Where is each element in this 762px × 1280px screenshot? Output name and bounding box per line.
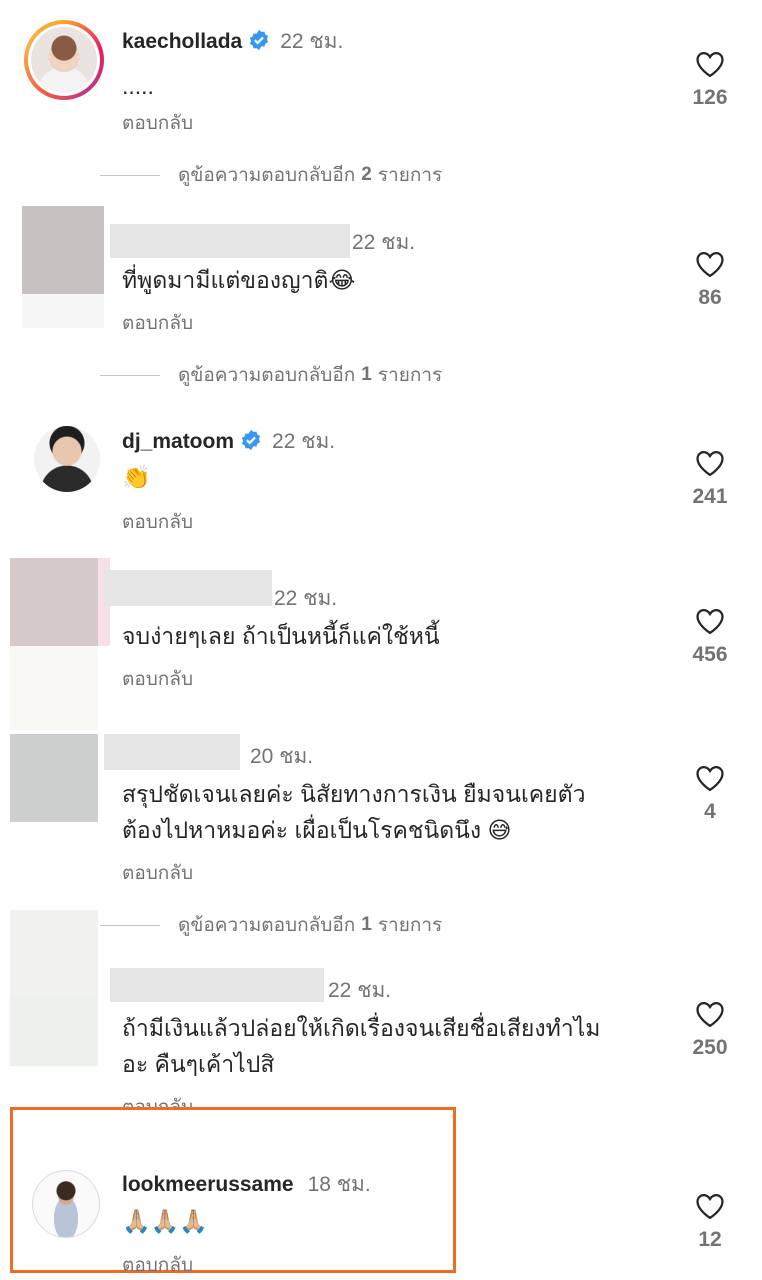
comment-text: ถ้ามีเงินแล้วปล่อยให้เกิดเรื่องจนเสียชื่…	[122, 1015, 601, 1077]
username-redacted[interactable]	[104, 570, 272, 606]
reply-button[interactable]: ตอบกลับ	[122, 1250, 193, 1280]
heart-icon[interactable]	[695, 1000, 725, 1028]
comment-text: สรุปชัดเจนเลยค่ะ นิสัยทางการเงิน ยืมจนเค…	[122, 781, 586, 843]
divider	[100, 174, 160, 176]
avatar-redacted[interactable]	[10, 998, 98, 1066]
avatar-redacted[interactable]	[10, 558, 98, 646]
comment-time: 22 ชม.	[280, 30, 344, 53]
username-redacted[interactable]	[110, 224, 350, 258]
like-button[interactable]: 456	[680, 607, 740, 667]
like-count: 86	[698, 286, 722, 309]
heart-icon[interactable]	[695, 50, 725, 78]
like-button[interactable]: 12	[680, 1192, 740, 1252]
like-button[interactable]: 86	[680, 250, 740, 310]
comment-header: lookmeerussame 18 ชม.	[122, 1168, 371, 1201]
like-count: 241	[692, 485, 728, 508]
username-redacted[interactable]	[104, 734, 240, 770]
like-count: 250	[692, 1036, 728, 1059]
redaction-block	[10, 910, 98, 998]
heart-icon[interactable]	[695, 764, 725, 792]
username-redacted[interactable]	[110, 968, 324, 1002]
comment-header: kaechollada 22 ชม.	[122, 25, 343, 58]
divider	[100, 924, 160, 926]
reply-button[interactable]: ตอบกลับ	[122, 507, 193, 537]
reply-button[interactable]: ตอบกลับ	[122, 108, 193, 138]
avatar-redacted[interactable]	[10, 734, 98, 822]
reply-button[interactable]: ตอบกลับ	[122, 858, 193, 888]
comment-time: 20 ชม.	[250, 745, 314, 768]
comment-text: 🙏🏼🙏🏼🙏🏼	[122, 1209, 208, 1235]
comment-text: จบง่ายๆเลย ถ้าเป็นหนี้ก็แค่ใช้หนี้	[122, 623, 440, 649]
like-count: 456	[692, 643, 728, 666]
comment-time: 22 ชม.	[352, 231, 416, 254]
avatar-redacted[interactable]	[22, 206, 104, 294]
like-button[interactable]: 250	[680, 1000, 740, 1060]
view-more-replies[interactable]: ดูข้อความตอบกลับอีก 1 รายการ	[100, 360, 442, 390]
like-button[interactable]: 126	[680, 50, 740, 110]
view-more-replies[interactable]: ดูข้อความตอบกลับอีก 2 รายการ	[100, 160, 442, 190]
username[interactable]: kaechollada	[122, 30, 242, 53]
redaction-block	[10, 646, 98, 730]
username[interactable]: dj_matoom	[122, 430, 234, 453]
avatar[interactable]	[24, 20, 104, 100]
like-count: 126	[692, 86, 728, 109]
like-count: 12	[698, 1228, 722, 1251]
like-button[interactable]: 4	[680, 764, 740, 824]
heart-icon[interactable]	[695, 250, 725, 278]
username[interactable]: lookmeerussame	[122, 1173, 294, 1196]
comment-time: 18 ชม.	[307, 1173, 371, 1196]
like-count: 4	[704, 800, 716, 823]
comment-time: 22 ชม.	[272, 430, 336, 453]
verified-badge-icon	[250, 29, 269, 51]
avatar[interactable]	[32, 1170, 100, 1238]
avatar[interactable]	[34, 426, 100, 492]
heart-icon[interactable]	[695, 1192, 725, 1220]
avatar-photo	[31, 27, 97, 93]
heart-icon[interactable]	[695, 607, 725, 635]
comment-text: ที่พูดมามีแต่ของญาติ😂	[122, 267, 356, 293]
comment-time: 22 ชม.	[328, 979, 392, 1002]
like-button[interactable]: 241	[680, 449, 740, 509]
comment-text: 👏	[122, 465, 151, 491]
reply-button[interactable]: ตอบกลับ	[122, 664, 193, 694]
comment-time: 22 ชม.	[274, 587, 338, 610]
heart-icon[interactable]	[695, 449, 725, 477]
redaction-block	[22, 294, 104, 328]
divider	[100, 374, 160, 376]
comment-header: dj_matoom 22 ชม.	[122, 425, 335, 458]
view-more-replies[interactable]: ดูข้อความตอบกลับอีก 1 รายการ	[100, 910, 442, 940]
reply-button[interactable]: ตอบกลับ	[122, 308, 193, 338]
comment-text: .....	[122, 73, 154, 99]
verified-badge-icon	[241, 429, 261, 451]
